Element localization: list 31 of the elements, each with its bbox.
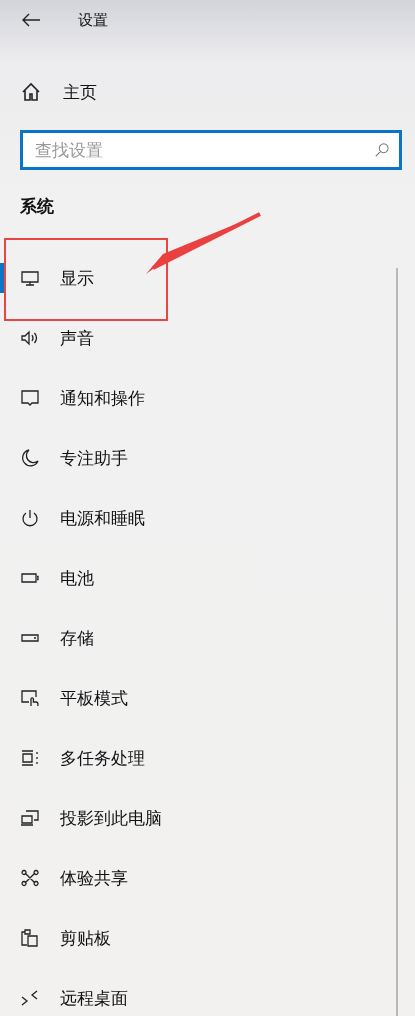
clipboard-icon (20, 928, 40, 948)
nav-item[interactable]: 多任务处理 (0, 743, 415, 773)
nav-item[interactable]: 剪贴板 (0, 923, 415, 953)
nav-item[interactable]: 专注助手 (0, 443, 415, 473)
project-screen-icon (20, 808, 40, 828)
nav-item[interactable]: 存储 (0, 623, 415, 653)
scrollbar[interactable] (396, 268, 398, 1016)
share-nodes-icon (20, 868, 40, 888)
remote-arrows-icon (20, 988, 40, 1008)
nav-item[interactable]: 电池 (0, 563, 415, 593)
power-icon (20, 508, 40, 528)
speech-bubble-icon (20, 388, 40, 408)
crescent-moon-icon (20, 448, 40, 468)
nav-item[interactable]: 体验共享 (0, 863, 415, 893)
window-title: 设置 (78, 10, 108, 30)
back-arrow-icon[interactable] (22, 13, 40, 27)
search-icon[interactable] (374, 142, 390, 158)
home-link[interactable]: 主页 (63, 80, 97, 104)
nav-item[interactable]: 电源和睡眠 (0, 503, 415, 533)
nav-item[interactable]: 通知和操作 (0, 383, 415, 413)
nav-item[interactable]: 声音 (0, 323, 415, 353)
multitask-icon (20, 748, 40, 768)
monitor-icon (20, 268, 40, 288)
nav-item[interactable]: 投影到此电脑 (0, 803, 415, 833)
speaker-icon (20, 328, 40, 348)
home-icon[interactable] (21, 82, 41, 102)
section-heading: 系统 (20, 195, 54, 218)
nav-item[interactable]: 平板模式 (0, 683, 415, 713)
search-field[interactable]: 查找设置 (20, 130, 402, 170)
tablet-hand-icon (20, 688, 40, 708)
nav-item[interactable]: 远程桌面 (0, 983, 415, 1013)
